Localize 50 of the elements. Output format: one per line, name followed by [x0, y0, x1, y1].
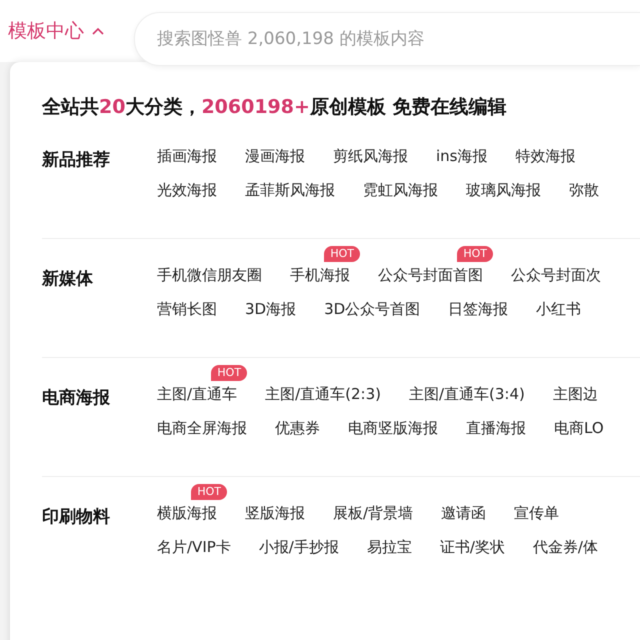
template-center-menu[interactable]: 模板中心	[8, 18, 104, 44]
template-link[interactable]: 宣传单	[514, 504, 560, 522]
template-link[interactable]: 特效海报	[516, 147, 576, 165]
template-link[interactable]: 竖版海报	[245, 504, 305, 522]
template-link[interactable]: 营销长图	[157, 300, 217, 318]
category-title: 新媒体	[42, 268, 94, 291]
template-link[interactable]: 小报/手抄报	[258, 538, 339, 556]
category-title: 电商海报	[42, 387, 111, 410]
template-link[interactable]: 优惠券	[275, 419, 320, 437]
template-link[interactable]: 日签海报	[448, 300, 508, 318]
template-link[interactable]: 易拉宝	[366, 538, 412, 556]
template-link[interactable]: 主图/直通车(2:3)	[265, 385, 381, 403]
template-link[interactable]: 主图边	[552, 385, 598, 403]
template-link[interactable]: 邀请函	[441, 504, 486, 522]
headline: 全站共20大分类，2060198+原创模板 免费在线编辑	[42, 95, 508, 120]
hot-badge: HOT	[457, 246, 493, 262]
template-link[interactable]: 代金券/体	[532, 538, 598, 556]
category-title: 印刷物料	[42, 506, 111, 529]
template-link[interactable]: 小红书	[536, 300, 582, 318]
template-link[interactable]: 剪纸风海报	[333, 147, 408, 165]
category-title: 新品推荐	[42, 149, 111, 172]
template-link[interactable]: 3D公众号首图	[324, 300, 420, 318]
template-link[interactable]: 电商全屏海报	[157, 419, 247, 437]
template-link[interactable]: 孟菲斯风海报	[245, 181, 335, 199]
template-link[interactable]: 霓虹风海报	[363, 181, 438, 199]
template-link[interactable]: 直播海报	[466, 419, 526, 437]
template-link[interactable]: 漫画海报	[245, 147, 305, 165]
template-link[interactable]: 电商LO	[554, 419, 604, 437]
hot-badge: HOT	[324, 246, 360, 262]
template-link[interactable]: 名片/VIP卡	[157, 538, 231, 556]
template-link[interactable]: 公众号封面次	[511, 266, 601, 284]
template-link[interactable]: 电商竖版海报	[348, 419, 438, 437]
template-link[interactable]: 证书/奖状	[440, 538, 505, 556]
template-link[interactable]: 3D海报	[245, 300, 296, 318]
template-link[interactable]: 插画海报	[157, 147, 217, 165]
template-link[interactable]: 手机海报	[290, 266, 350, 284]
template-link[interactable]: 主图/直通车	[157, 385, 238, 403]
template-link[interactable]: ins海报	[436, 147, 488, 165]
template-link[interactable]: 公众号封面首图	[378, 266, 483, 284]
template-link[interactable]: 主图/直通车(3:4)	[408, 385, 525, 403]
template-link[interactable]: 弥散	[569, 181, 599, 199]
hot-badge: HOT	[211, 365, 248, 381]
template-link[interactable]: 横版海报	[157, 504, 217, 522]
hot-badge: HOT	[191, 484, 227, 500]
template-link[interactable]: 玻璃风海报	[466, 181, 541, 199]
template-link[interactable]: 光效海报	[157, 181, 217, 199]
caret-icon	[92, 27, 104, 35]
search-field[interactable]: 搜索图怪兽 2,060,198 的模板内容	[134, 12, 640, 66]
template-link[interactable]: 手机微信朋友圈	[157, 266, 262, 284]
template-link[interactable]: 展板/背景墙	[333, 504, 414, 522]
